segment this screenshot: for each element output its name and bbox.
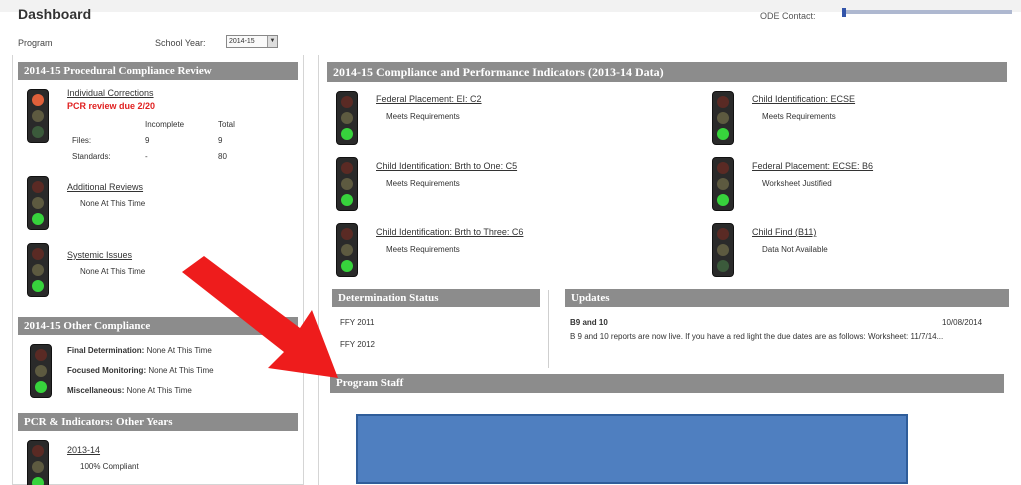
systemic-issues-status: None At This Time — [80, 267, 146, 276]
indicator-status: Meets Requirements — [762, 112, 836, 121]
traffic-light-icon — [27, 176, 49, 230]
individual-corrections-link[interactable]: Individual Corrections — [67, 88, 154, 98]
updates-header: Updates — [565, 289, 1009, 307]
ode-contact-label: ODE Contact: — [760, 11, 816, 21]
standards-label: Standards: — [72, 152, 111, 161]
traffic-light-icon — [712, 157, 734, 211]
indicator-child-identification-ecse-link[interactable]: Child Identification: ECSE — [752, 94, 855, 104]
traffic-light-icon — [27, 89, 49, 143]
update-date: 10/08/2014 — [942, 318, 983, 327]
traffic-light-icon — [712, 223, 734, 277]
traffic-light-icon — [27, 440, 49, 485]
indicator-child-identification-brth-three-link[interactable]: Child Identification: Brth to Three: C6 — [376, 227, 523, 237]
traffic-light-icon — [712, 91, 734, 145]
systemic-issues-link[interactable]: Systemic Issues — [67, 250, 132, 260]
files-incomplete: 9 — [145, 136, 150, 145]
indicator-child-identification-brth-one-link[interactable]: Child Identification: Brth to One: C5 — [376, 161, 517, 171]
other-years-header: PCR & Indicators: Other Years — [18, 413, 298, 431]
standards-total: 80 — [218, 152, 227, 161]
additional-reviews-status: None At This Time — [80, 199, 146, 208]
indicators-header: 2014-15 Compliance and Performance Indic… — [327, 62, 1007, 82]
chevron-down-icon: ▼ — [267, 36, 277, 47]
program-staff-highlight — [356, 414, 908, 484]
traffic-light-icon — [336, 157, 358, 211]
school-year-select[interactable]: 2014-15 ▼ — [226, 35, 278, 48]
additional-reviews-link[interactable]: Additional Reviews — [67, 182, 143, 192]
page-title: Dashboard — [18, 6, 92, 22]
col-total-header: Total — [218, 120, 235, 129]
school-year-label: School Year: — [155, 38, 206, 48]
col-incomplete-header: Incomplete — [145, 120, 185, 129]
traffic-light-icon — [30, 344, 52, 398]
pcr-header: 2014-15 Procedural Compliance Review — [18, 62, 298, 80]
traffic-light-icon — [27, 243, 49, 297]
files-label: Files: — [72, 136, 92, 145]
ode-contact-link[interactable] — [842, 8, 1012, 17]
indicator-status: Data Not Available — [762, 245, 828, 254]
school-year-value: 2014-15 — [229, 38, 255, 45]
year-2013-14-status: 100% Compliant — [80, 462, 139, 471]
indicator-federal-placement-ei-link[interactable]: Federal Placement: EI: C2 — [376, 94, 482, 104]
pcr-due-alert: PCR review due 2/20 — [67, 101, 156, 111]
indicator-status: Meets Requirements — [386, 245, 460, 254]
column-divider — [548, 290, 549, 368]
program-staff-header: Program Staff — [330, 374, 1004, 393]
indicator-federal-placement-ecse-link[interactable]: Federal Placement: ECSE: B6 — [752, 161, 873, 171]
annotation-arrow-icon — [182, 256, 338, 378]
standards-incomplete: - — [145, 152, 148, 161]
indicator-child-find-link[interactable]: Child Find (B11) — [752, 227, 816, 237]
year-2013-14-link[interactable]: 2013-14 — [67, 445, 100, 455]
indicator-status: Worksheet Justified — [762, 179, 832, 188]
update-title: B9 and 10 — [570, 318, 608, 327]
update-text: B 9 and 10 reports are now live. If you … — [570, 332, 944, 341]
files-total: 9 — [218, 136, 223, 145]
indicator-status: Meets Requirements — [386, 112, 460, 121]
program-label: Program — [18, 38, 53, 48]
indicator-status: Meets Requirements — [386, 179, 460, 188]
traffic-light-icon — [336, 91, 358, 145]
